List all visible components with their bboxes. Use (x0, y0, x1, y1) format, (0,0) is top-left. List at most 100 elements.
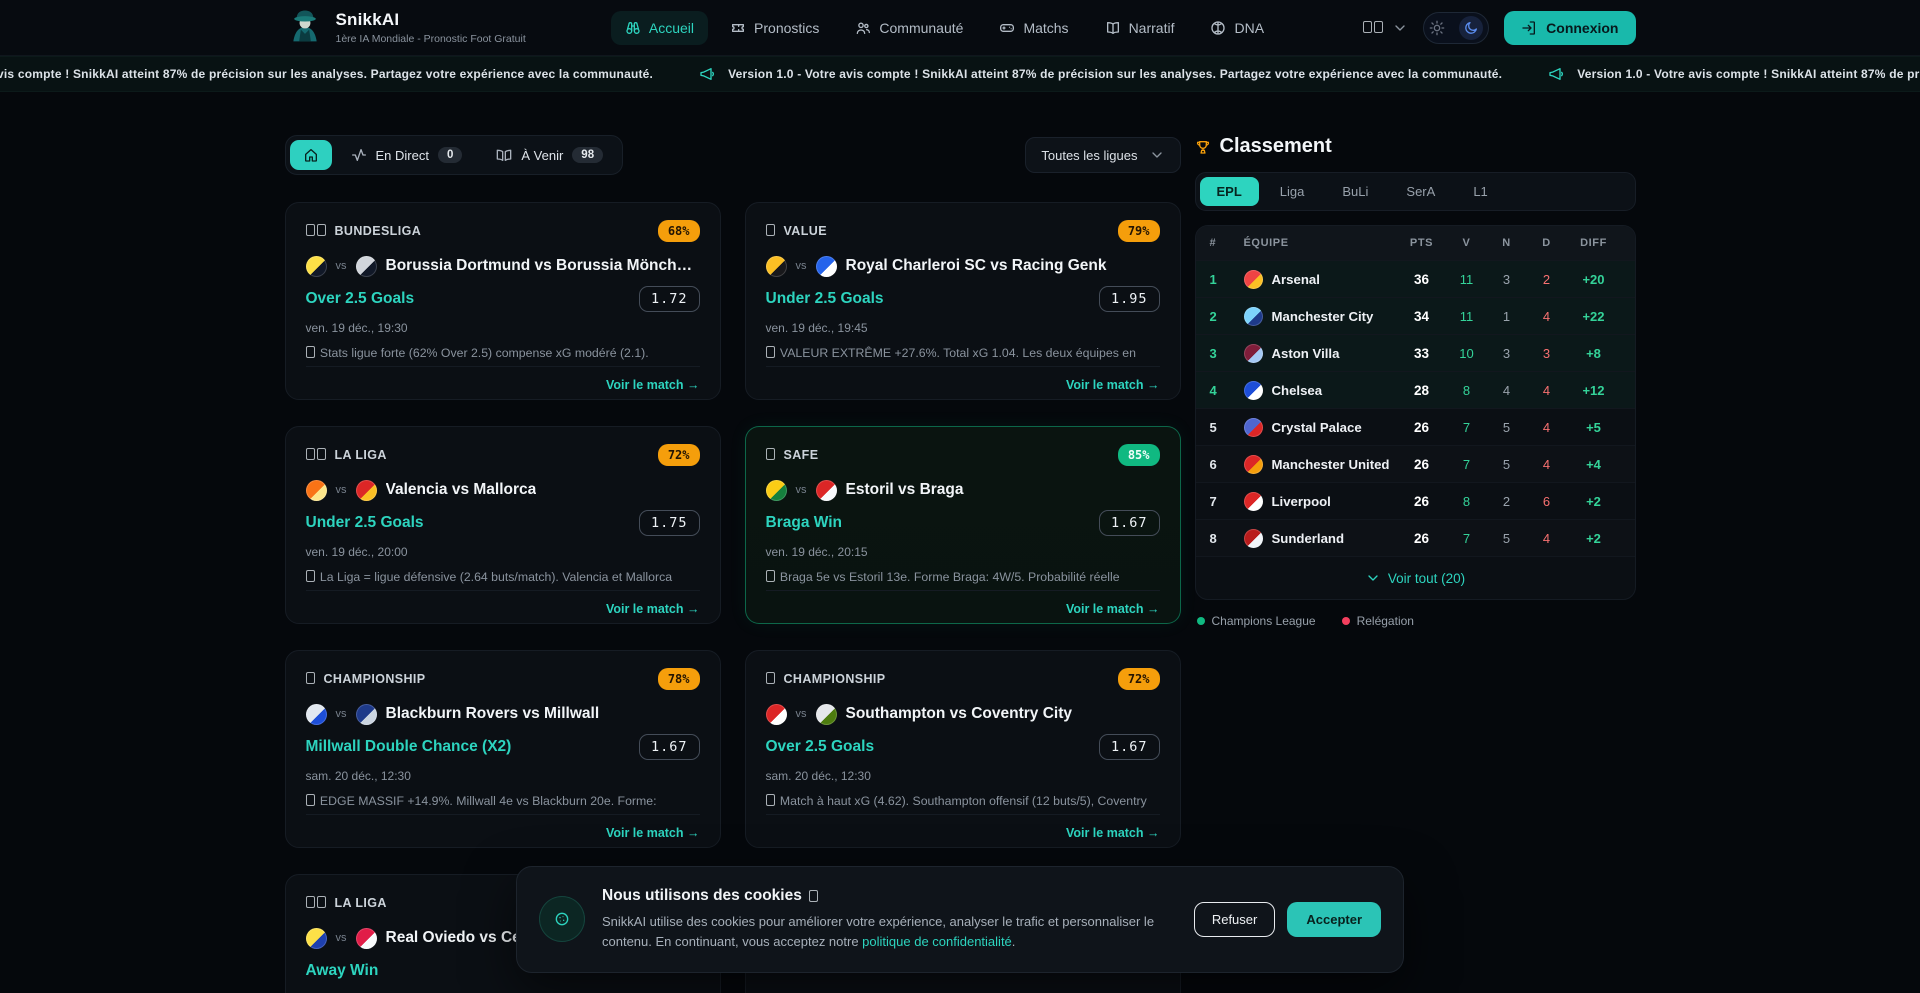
ticker-message: Version 1.0 - Votre avis compte ! SnikkA… (0, 67, 653, 81)
confidence-badge: 72% (1118, 668, 1160, 690)
match-card[interactable]: LA LIGA 72% vs Valencia vs Mallorca Unde… (285, 426, 721, 624)
standings-row[interactable]: 6 Manchester United 26 7 5 4 +4 (1196, 445, 1635, 482)
filter-upcoming[interactable]: À Venir 98 (481, 147, 618, 163)
matches-section: En Direct 0 À Venir 98 Toutes les ligues… (285, 135, 1181, 993)
tab-sera[interactable]: SerA (1389, 177, 1452, 206)
view-match-link[interactable]: Voir le match → (606, 826, 700, 840)
match-card[interactable]: CHAMPIONSHIP 72% vs Southampton vs Coven… (745, 650, 1181, 848)
team-points: 28 (1397, 383, 1447, 398)
home-team-crest-icon (766, 256, 787, 277)
confidence-badge: 79% (1118, 220, 1160, 242)
match-card[interactable]: BUNDESLIGA 68% vs Borussia Dortmund vs B… (285, 202, 721, 400)
view-match-link[interactable]: Voir le match → (1066, 602, 1160, 616)
league-filter-dropdown[interactable]: Toutes les ligues (1025, 137, 1180, 173)
nav-item-accueil[interactable]: Accueil (611, 11, 708, 45)
nav-item-communauté[interactable]: Communauté (841, 11, 977, 45)
megaphone-icon (1548, 66, 1564, 82)
odds-value: 1.67 (639, 734, 700, 760)
home-filter-button[interactable] (290, 140, 332, 170)
match-card[interactable]: VALUE 79% vs Royal Charleroi SC vs Racin… (745, 202, 1181, 400)
nav-item-narratif[interactable]: Narratif (1091, 11, 1189, 45)
filter-live-label: En Direct (376, 148, 429, 163)
away-team-crest-icon (816, 480, 837, 501)
team-goal-diff: +20 (1567, 272, 1621, 287)
tab-l1[interactable]: L1 (1456, 177, 1504, 206)
team-position: 2 (1210, 309, 1244, 324)
tab-epl[interactable]: EPL (1200, 177, 1259, 206)
away-team-crest-icon (356, 256, 377, 277)
standings-row[interactable]: 4 Chelsea 28 8 4 4 +12 (1196, 371, 1635, 408)
match-card[interactable]: CHAMPIONSHIP 78% vs Blackburn Rovers vs … (285, 650, 721, 848)
standings-rows: 1 Arsenal 36 11 3 2 +20 2 Manchester Cit… (1196, 260, 1635, 556)
emoji-placeholder-icon (317, 224, 326, 236)
standings-row[interactable]: 2 Manchester City 34 11 1 4 +22 (1196, 297, 1635, 334)
league-label: VALUE (766, 224, 827, 238)
emoji-placeholder-icon (766, 672, 775, 684)
standings-row[interactable]: 3 Aston Villa 33 10 3 3 +8 (1196, 334, 1635, 371)
match-card[interactable]: SAFE 85% vs Estoril vs Braga Braga Win 1… (745, 426, 1181, 624)
league-label: CHAMPIONSHIP (306, 672, 426, 686)
team-goal-diff: +5 (1567, 420, 1621, 435)
filter-live[interactable]: En Direct 0 (336, 147, 478, 163)
team-crest-icon (1244, 381, 1263, 400)
team-points: 26 (1397, 457, 1447, 472)
ticker-item: Version 1.0 - Votre avis compte ! SnikkA… (0, 66, 653, 82)
league-flag-icon (306, 224, 328, 238)
nav-item-dna[interactable]: DNA (1196, 11, 1278, 45)
team-losses: 4 (1527, 420, 1567, 435)
standings-league-tabs: EPLLigaBuLiSerAL1 (1195, 172, 1636, 211)
emoji-placeholder-icon (306, 896, 315, 908)
view-match-link[interactable]: Voir le match → (1066, 378, 1160, 392)
upcoming-count-badge: 98 (572, 147, 603, 163)
league-flag-icon (306, 448, 328, 462)
view-match-link[interactable]: Voir le match → (1066, 826, 1160, 840)
accept-cookies-button[interactable]: Accepter (1287, 902, 1381, 937)
standings-row[interactable]: 1 Arsenal 36 11 3 2 +20 (1196, 260, 1635, 297)
emoji-placeholder-icon (306, 448, 315, 460)
tab-buli[interactable]: BuLi (1325, 177, 1385, 206)
team-points: 26 (1397, 531, 1447, 546)
standings-row[interactable]: 5 Crystal Palace 26 7 5 4 +5 (1196, 408, 1635, 445)
legend-label: Champions League (1212, 614, 1316, 628)
refuse-cookies-button[interactable]: Refuser (1194, 902, 1276, 937)
team-wins: 7 (1447, 420, 1487, 435)
nav-item-pronostics[interactable]: Pronostics (716, 11, 833, 45)
nav-item-label: Accueil (649, 20, 694, 36)
cookie-banner: Nous utilisons des cookies SnikkAI utili… (516, 866, 1404, 973)
privacy-policy-link[interactable]: politique de confidentialité (862, 934, 1012, 949)
league-label: SAFE (766, 448, 819, 462)
chevron-down-icon (1149, 147, 1165, 163)
emoji-placeholder-icon (766, 224, 775, 236)
team-crest-icon (1244, 418, 1263, 437)
language-selector[interactable] (1363, 19, 1408, 37)
standings-row[interactable]: 8 Sunderland 26 7 5 4 +2 (1196, 519, 1635, 556)
book-icon (1105, 20, 1121, 36)
team-wins: 11 (1447, 309, 1487, 324)
filter-bar: En Direct 0 À Venir 98 Toutes les ligues (285, 135, 1181, 175)
trophy-icon (1195, 139, 1211, 155)
col-diff: DIFF (1567, 237, 1621, 249)
tab-liga[interactable]: Liga (1263, 177, 1322, 206)
team-wins: 7 (1447, 457, 1487, 472)
emoji-placeholder-icon (766, 570, 775, 582)
team-position: 3 (1210, 346, 1244, 361)
team-name: Sunderland (1272, 531, 1345, 546)
team-goal-diff: +22 (1567, 309, 1621, 324)
view-match-link[interactable]: Voir le match → (606, 602, 700, 616)
confidence-badge: 68% (658, 220, 700, 242)
standings-row[interactable]: 7 Liverpool 26 8 2 6 +2 (1196, 482, 1635, 519)
team-crest-icon (1244, 529, 1263, 548)
team-crest-icon (1244, 492, 1263, 511)
connexion-button[interactable]: Connexion (1504, 11, 1635, 45)
team-wins: 10 (1447, 346, 1487, 361)
home-team-crest-icon (306, 480, 327, 501)
vs-label: vs (336, 708, 347, 720)
view-match-link[interactable]: Voir le match → (606, 378, 700, 392)
emoji-placeholder-icon (306, 570, 315, 582)
nav-item-matchs[interactable]: Matchs (985, 11, 1082, 45)
theme-toggle[interactable] (1423, 12, 1489, 44)
team-draws: 1 (1487, 309, 1527, 324)
standings-panel: Classement EPLLigaBuLiSerAL1 # ÉQUIPE PT… (1195, 135, 1636, 628)
team-crest-icon (1244, 270, 1263, 289)
view-all-button[interactable]: Voir tout (20) (1196, 556, 1635, 599)
